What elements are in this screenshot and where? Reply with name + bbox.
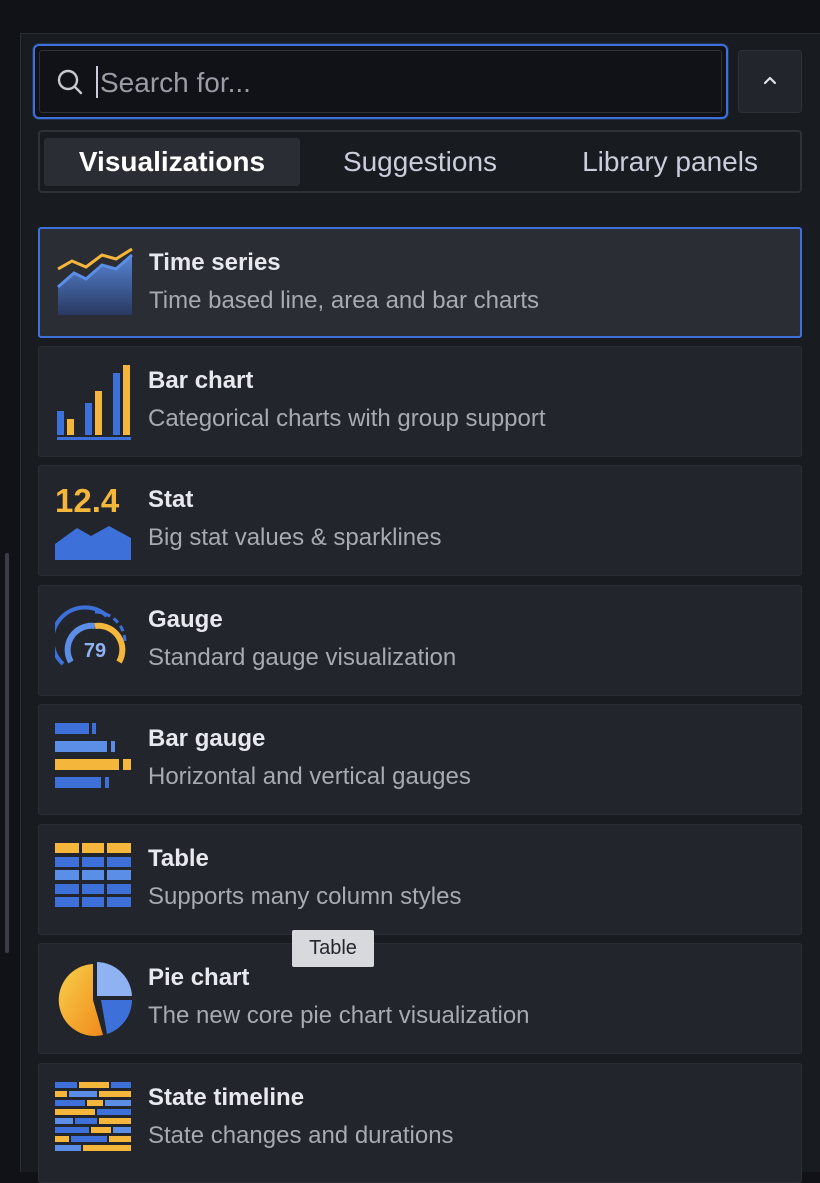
viz-card-title: Stat xyxy=(148,486,194,513)
viz-card-table[interactable]: Table Supports many column styles xyxy=(38,824,802,935)
state-timeline-icon xyxy=(55,1082,131,1151)
tab-suggestions[interactable]: Suggestions xyxy=(310,138,530,186)
viz-card-title: Table xyxy=(148,845,209,872)
tooltip: Table xyxy=(292,930,374,967)
viz-card-title: Bar chart xyxy=(148,367,254,394)
table-icon xyxy=(55,843,131,907)
viz-card-state-timeline[interactable]: State timeline State changes and duratio… xyxy=(38,1063,802,1183)
viz-card-time-series[interactable]: Time series Time based line, area and ba… xyxy=(38,227,802,338)
tab-visualizations[interactable]: Visualizations xyxy=(44,138,300,186)
viz-card-title: Gauge xyxy=(148,606,223,633)
viz-card-description: The new core pie chart visualization xyxy=(148,1002,530,1029)
viz-card-bar-gauge[interactable]: Bar gauge Horizontal and vertical gauges xyxy=(38,704,802,815)
viz-card-stat[interactable]: 12.4 Stat Big stat values & sparklines xyxy=(38,465,802,576)
viz-card-bar-chart[interactable]: Bar chart Categorical charts with group … xyxy=(38,346,802,457)
viz-card-description: State changes and durations xyxy=(148,1122,454,1149)
gauge-icon: 79 xyxy=(55,605,127,666)
gauge-icon-value: 79 xyxy=(84,640,106,662)
left-gutter xyxy=(0,33,20,1172)
tab-bar: Visualizations Suggestions Library panel… xyxy=(38,130,802,193)
bar-chart-icon xyxy=(57,365,131,440)
tab-library-panels[interactable]: Library panels xyxy=(550,138,790,186)
stat-icon-value: 12.4 xyxy=(55,482,120,519)
search-icon xyxy=(57,69,83,95)
bar-gauge-icon xyxy=(55,723,131,788)
viz-card-description: Horizontal and vertical gauges xyxy=(148,763,471,790)
viz-card-gauge[interactable]: 79 Gauge Standard gauge visualization xyxy=(38,585,802,696)
viz-card-title: State timeline xyxy=(148,1084,305,1111)
search-input[interactable] xyxy=(98,60,702,106)
pie-chart-icon xyxy=(58,962,132,1036)
viz-card-description: Big stat values & sparklines xyxy=(148,524,442,551)
scrollbar-thumb[interactable] xyxy=(5,553,9,953)
viz-card-pie-chart[interactable]: Pie chart The new core pie chart visuali… xyxy=(38,943,802,1054)
viz-card-description: Time based line, area and bar charts xyxy=(149,287,539,314)
viz-card-description: Categorical charts with group support xyxy=(148,405,546,432)
collapse-button[interactable] xyxy=(738,50,802,113)
time-series-icon xyxy=(57,247,133,315)
viz-card-title: Pie chart xyxy=(148,964,250,991)
stat-icon: 12.4 xyxy=(55,482,131,560)
chevron-up-icon xyxy=(763,76,777,85)
viz-card-title: Bar gauge xyxy=(148,725,266,752)
top-bar xyxy=(0,0,820,33)
viz-card-title: Time series xyxy=(149,249,281,276)
viz-card-description: Supports many column styles xyxy=(148,883,462,910)
viz-card-description: Standard gauge visualization xyxy=(148,644,457,671)
